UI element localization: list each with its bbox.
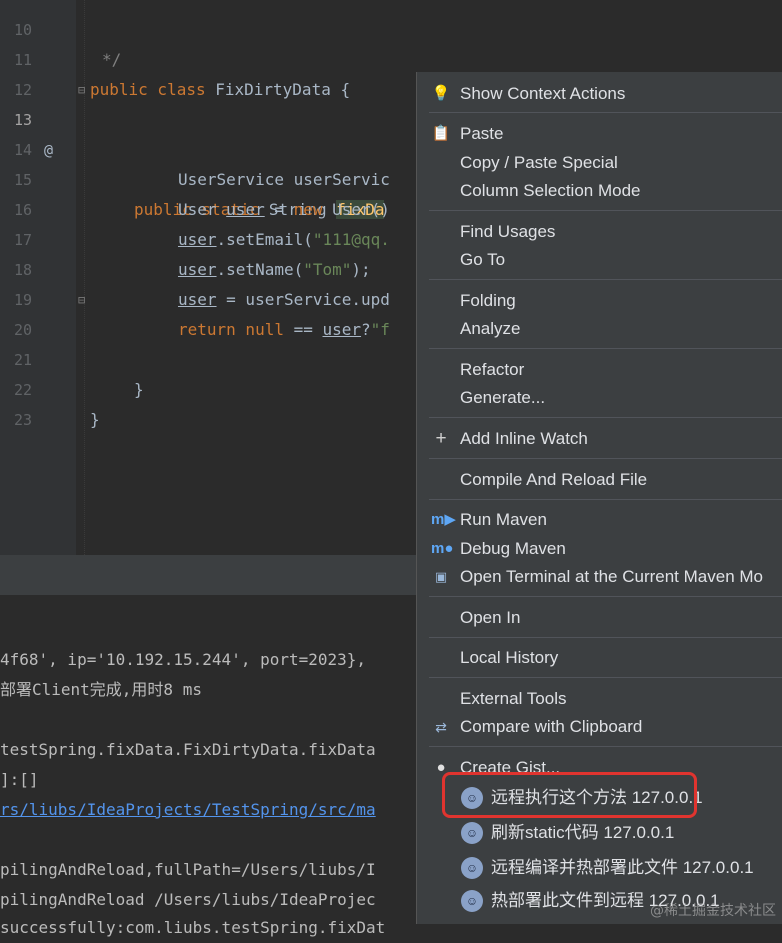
- menu-item-go-to[interactable]: Go To: [417, 246, 782, 274]
- menu-item-label: 远程编译并热部署此文件 127.0.0.1: [491, 858, 754, 877]
- menu-item-label: External Tools: [460, 689, 567, 708]
- console-file-link[interactable]: rs/liubs/IdeaProjects/TestSpring/src/ma: [0, 795, 376, 825]
- menu-item-refactor[interactable]: Refactor: [417, 356, 782, 384]
- fold-icon[interactable]: ⊟: [78, 75, 85, 105]
- menu-item-label: Paste: [460, 124, 504, 143]
- code-line[interactable]: 10 */: [0, 0, 782, 69]
- menu-item-label: Local History: [460, 648, 559, 667]
- submenu-item-compile-hot-deploy[interactable]: ☺ 远程编译并热部署此文件 127.0.0.1: [417, 852, 782, 884]
- code-line[interactable]: 12: [0, 45, 782, 99]
- menu-separator: [429, 499, 782, 500]
- clipboard-icon: 📋: [431, 125, 451, 142]
- fold-icon[interactable]: ⊟: [78, 285, 85, 315]
- menu-item-open-in[interactable]: Open In: [417, 604, 782, 632]
- menu-separator: [429, 279, 782, 280]
- menu-separator: [429, 637, 782, 638]
- menu-item-column-selection[interactable]: Column Selection Mode: [417, 177, 782, 205]
- menu-item-label: Refactor: [460, 360, 525, 379]
- menu-item-show-context-actions[interactable]: 💡 Show Context Actions: [417, 80, 782, 108]
- menu-item-generate[interactable]: Generate...: [417, 384, 782, 412]
- menu-item-label: Add Inline Watch: [460, 429, 588, 448]
- console-line: pilingAndReload /Users/liubs/IdeaProjec: [0, 890, 376, 909]
- menu-separator: [429, 417, 782, 418]
- compare-icon: ⇄: [435, 719, 447, 735]
- watermark: @稀土掘金技术社区: [650, 903, 776, 919]
- menu-item-label: Open Terminal at the Current Maven Mo: [460, 567, 763, 586]
- menu-item-compile-reload[interactable]: Compile And Reload File: [417, 466, 782, 494]
- menu-separator: [429, 348, 782, 349]
- bulb-icon: 💡: [431, 85, 451, 102]
- menu-item-label: Open In: [460, 608, 521, 627]
- menu-item-label: Find Usages: [460, 222, 556, 241]
- menu-item-folding[interactable]: Folding: [417, 287, 782, 315]
- avatar-icon: ☺: [461, 822, 483, 844]
- console-line: ]:[]: [0, 770, 39, 789]
- menu-item-label: Folding: [460, 291, 516, 310]
- maven-run-icon: m▶: [431, 511, 456, 528]
- console-line: pilingAndReload,fullPath=/Users/liubs/I: [0, 860, 376, 879]
- menu-separator: [429, 210, 782, 211]
- menu-item-copy-paste-special[interactable]: Copy / Paste Special: [417, 149, 782, 177]
- menu-separator: [429, 746, 782, 747]
- menu-item-label: Generate...: [460, 388, 546, 407]
- menu-item-label: Run Maven: [460, 510, 547, 529]
- console-line: testSpring.fixData.FixDirtyData.fixData: [0, 740, 376, 759]
- menu-item-run-maven[interactable]: m▶ Run Maven: [417, 506, 782, 534]
- console-line: 部署Client完成,用时8 ms: [0, 680, 202, 699]
- menu-item-label: Go To: [460, 250, 506, 269]
- line-number: 23: [13, 411, 32, 429]
- console-line: 4f68', ip='10.192.15.244', port=2023},: [0, 650, 367, 669]
- menu-item-label: 刷新static代码 127.0.0.1: [491, 823, 675, 842]
- menu-separator: [429, 112, 782, 113]
- code-line[interactable]: 11 public class FixDirtyData {: [0, 15, 782, 99]
- maven-debug-icon: m●: [431, 540, 454, 557]
- code-text: }: [90, 410, 100, 429]
- menu-item-label: Debug Maven: [460, 539, 566, 558]
- menu-separator: [429, 677, 782, 678]
- menu-item-local-history[interactable]: Local History: [417, 644, 782, 672]
- menu-item-open-terminal-maven[interactable]: ▣ Open Terminal at the Current Maven Mo: [417, 563, 782, 591]
- highlight-annotation-box: [442, 772, 697, 818]
- menu-item-find-usages[interactable]: Find Usages: [417, 218, 782, 246]
- menu-item-label: Compare with Clipboard: [460, 717, 643, 736]
- menu-item-label: Column Selection Mode: [460, 181, 641, 200]
- avatar-icon: ☺: [461, 857, 483, 879]
- watch-add-icon: +: [435, 428, 447, 449]
- menu-separator: [429, 458, 782, 459]
- menu-separator: [429, 596, 782, 597]
- avatar-icon: ☺: [461, 890, 483, 912]
- menu-item-label: Compile And Reload File: [460, 470, 648, 489]
- menu-item-external-tools[interactable]: External Tools: [417, 685, 782, 713]
- menu-item-label: Analyze: [460, 319, 521, 338]
- menu-item-add-inline-watch[interactable]: + Add Inline Watch: [417, 425, 782, 453]
- menu-item-compare-clipboard[interactable]: ⇄ Compare with Clipboard: [417, 713, 782, 741]
- terminal-icon: ▣: [434, 569, 448, 584]
- menu-item-analyze[interactable]: Analyze: [417, 315, 782, 343]
- menu-item-paste[interactable]: 📋 Paste: [417, 120, 782, 148]
- submenu-item-refresh-static[interactable]: ☺ 刷新static代码 127.0.0.1: [417, 817, 782, 849]
- menu-item-debug-maven[interactable]: m● Debug Maven: [417, 535, 782, 563]
- console-line: successfully:com.liubs.testSpring.fixDat: [0, 918, 386, 937]
- menu-item-label: Copy / Paste Special: [460, 153, 618, 172]
- menu-item-label: Show Context Actions: [460, 84, 626, 103]
